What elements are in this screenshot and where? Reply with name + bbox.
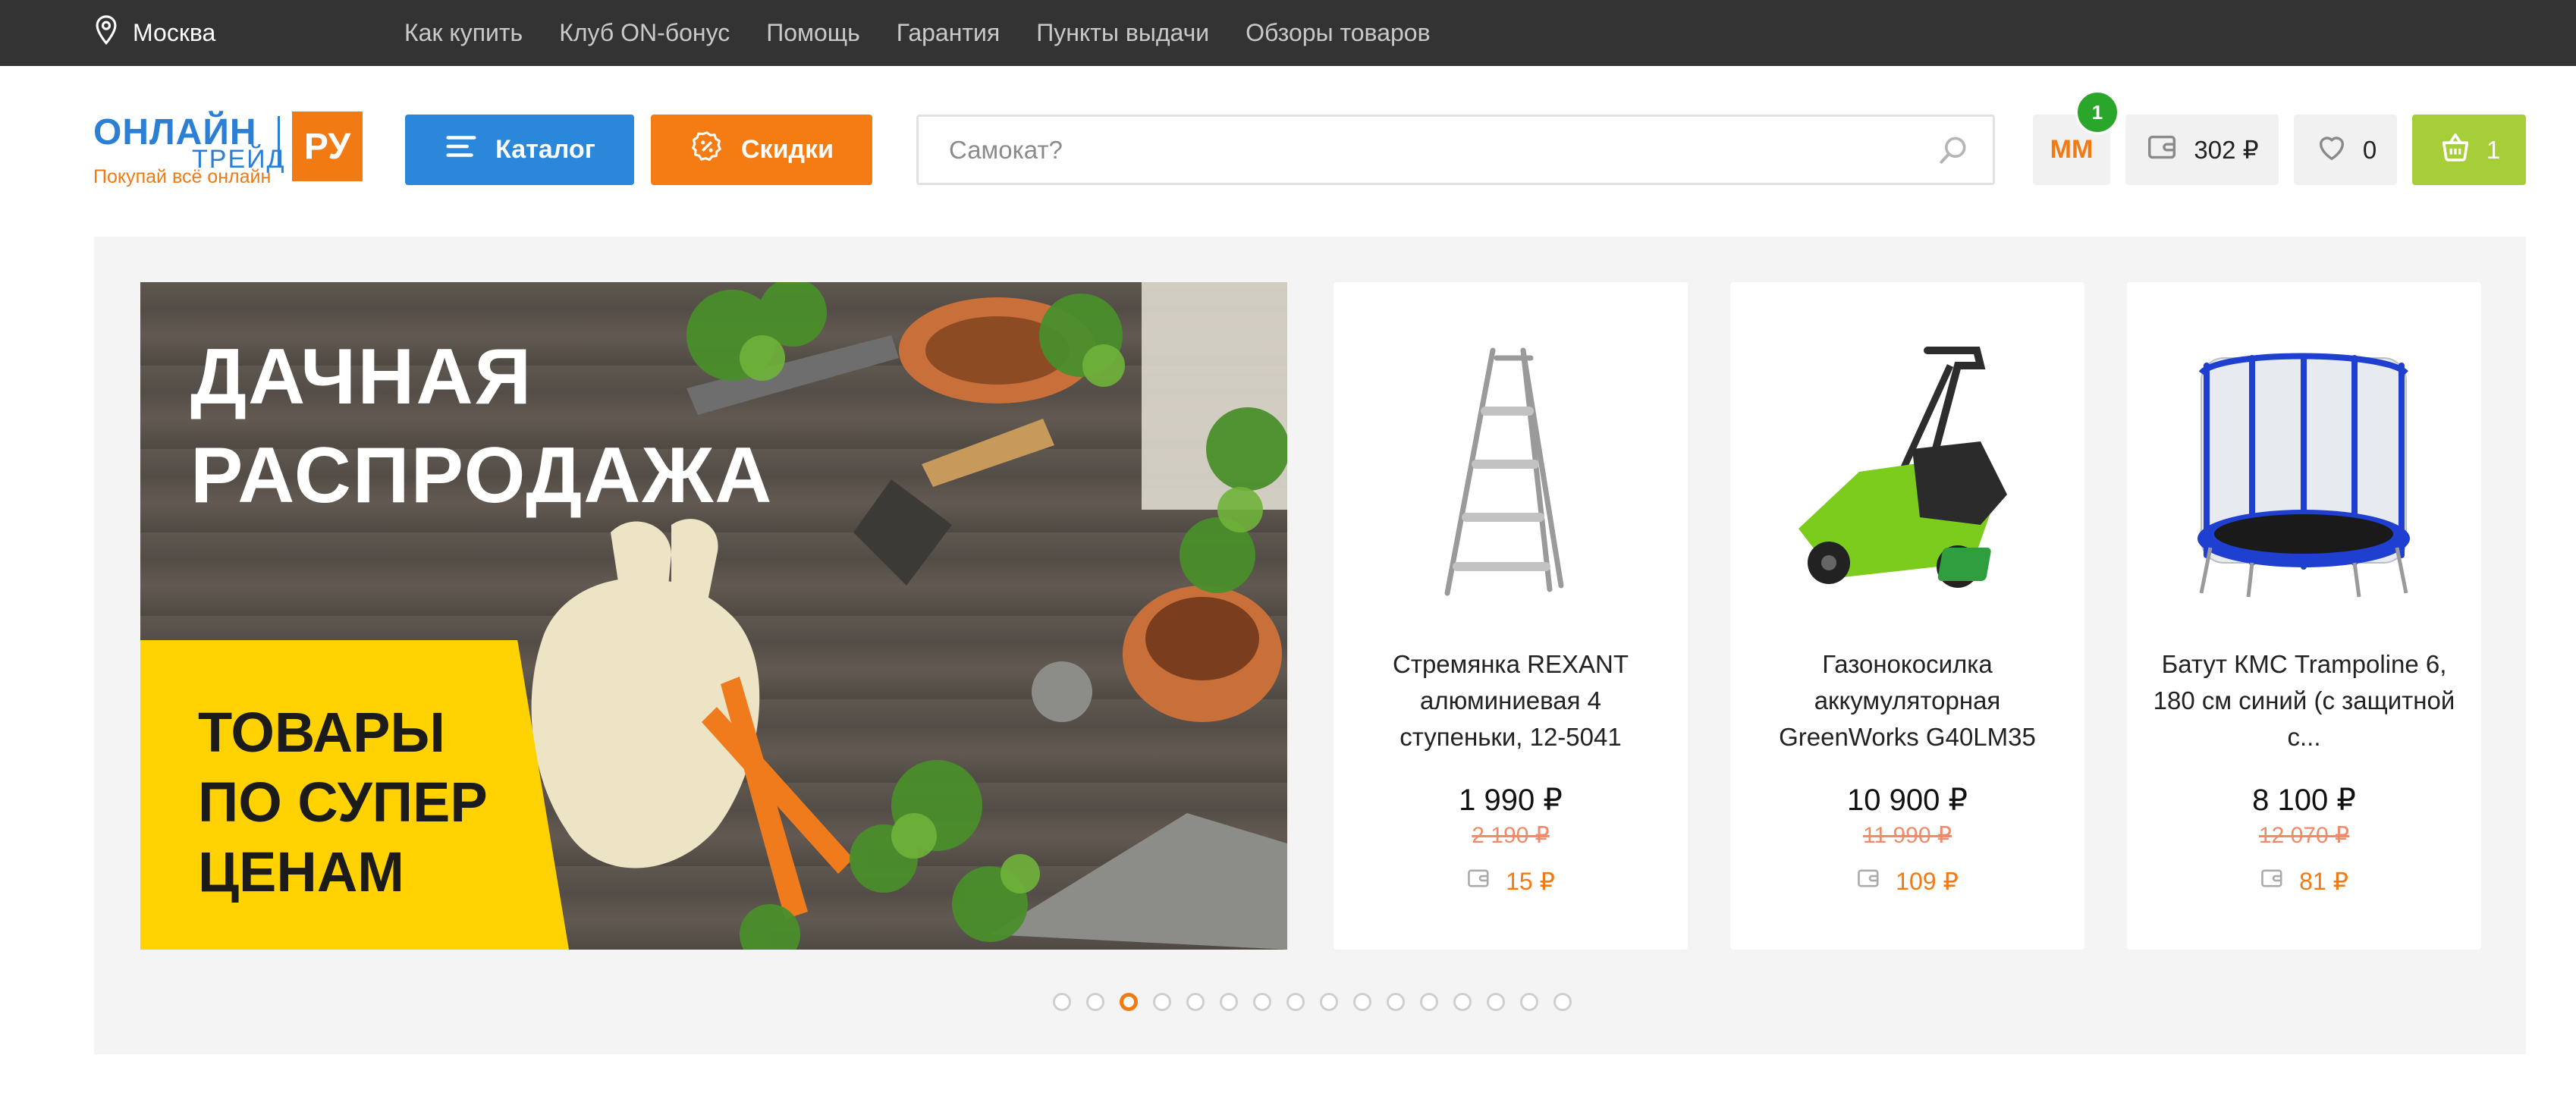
banner-title: ДАЧНАЯ РАСПРОДАЖА <box>190 333 774 520</box>
wallet-balance: 302 ₽ <box>2194 136 2259 164</box>
slider-dot[interactable] <box>1353 993 1371 1011</box>
product-image-lawnmower: 40 <box>1798 347 2022 588</box>
slider-pagination <box>1053 992 1572 1012</box>
slider-dot[interactable] <box>1086 993 1104 1011</box>
menu-lines-icon <box>444 129 479 171</box>
logo-ru-block: РУ <box>292 111 363 181</box>
favorites-button[interactable]: 0 <box>2294 115 2397 185</box>
product-name: Стремянка REXANT алюминиевая 4 ступеньки… <box>1393 650 1629 751</box>
nav-link-bonus-club[interactable]: Клуб ON-бонус <box>559 19 730 47</box>
slider-dot[interactable] <box>1220 993 1238 1011</box>
discounts-label: Скидки <box>741 135 834 164</box>
slider-dot[interactable] <box>1153 993 1171 1011</box>
discounts-button[interactable]: Скидки <box>651 115 872 185</box>
logo-divider <box>278 116 280 166</box>
wallet-icon <box>1856 866 1883 897</box>
slider-dot[interactable] <box>1053 993 1071 1011</box>
wallet-button[interactable]: 302 ₽ <box>2125 115 2279 185</box>
mm-label: ММ <box>2050 135 2094 164</box>
slider-dot[interactable] <box>1186 993 1205 1011</box>
mm-button[interactable]: ММ 1 <box>2033 90 2119 185</box>
search-icon[interactable] <box>1937 133 1970 167</box>
product-bonus-amount: 81 ₽ <box>2299 868 2348 895</box>
slider-dot[interactable] <box>1253 993 1271 1011</box>
product-old-price: 12 070 ₽ <box>2258 823 2350 848</box>
cart-icon <box>2438 130 2473 171</box>
promo-section: ДАЧНАЯ РАСПРОДАЖА ТОВАРЫ ПО СУПЕР ЦЕНАМ … <box>94 237 2526 1054</box>
product-bonus: 81 ₽ <box>2127 866 2481 897</box>
top-nav: Как купить Клуб ON-бонус Помощь Гарантия… <box>404 0 1431 66</box>
product-bonus: 15 ₽ <box>1334 866 1688 897</box>
nav-link-warranty[interactable]: Гарантия <box>897 19 1000 47</box>
slider-dot[interactable] <box>1387 993 1405 1011</box>
slider-dot[interactable] <box>1286 993 1305 1011</box>
nav-link-how-to-buy[interactable]: Как купить <box>404 19 523 47</box>
search-input[interactable] <box>949 117 1920 183</box>
slider-dot[interactable] <box>1420 993 1438 1011</box>
top-bar: Москва Как купить Клуб ON-бонус Помощь Г… <box>0 0 2576 66</box>
product-bonus: 109 ₽ <box>1730 866 2084 897</box>
location-pin-icon <box>93 14 119 52</box>
city-name: Москва <box>133 19 216 46</box>
header: ОНЛАЙН ТРЕЙД Покупай всё онлайн РУ Катал… <box>0 66 2576 237</box>
product-image-trampoline <box>2197 353 2410 598</box>
product-bonus-amount: 109 ₽ <box>1896 868 1959 895</box>
discount-badge-icon <box>690 129 724 171</box>
logo-tagline: Покупай всё онлайн <box>93 166 272 187</box>
product-name: Батут КМС Trampoline 6, 180 см синий (с … <box>2153 650 2455 751</box>
slider-dot[interactable] <box>1320 993 1338 1011</box>
product-price: 8 100 ₽ <box>2252 784 2356 817</box>
slider-dot[interactable] <box>1520 993 1538 1011</box>
nav-link-help[interactable]: Помощь <box>766 19 860 47</box>
product-price: 10 900 ₽ <box>1847 784 1968 817</box>
search-box <box>916 115 1995 185</box>
product-old-price: 11 990 ₽ <box>1863 823 1952 848</box>
nav-link-reviews[interactable]: Обзоры товаров <box>1246 19 1430 47</box>
slider-dot[interactable] <box>1453 993 1472 1011</box>
cart-button[interactable]: 1 <box>2412 115 2526 185</box>
product-card-lawnmower[interactable]: 40 Газонокосилка аккумуляторная GreenWor… <box>1730 282 2084 950</box>
product-card-trampoline[interactable]: Батут КМС Trampoline 6, 180 см синий (с … <box>2127 282 2481 950</box>
product-old-price: 2 190 ₽ <box>1472 823 1550 848</box>
product-badge-40: 40 <box>2000 553 2022 576</box>
catalog-label: Каталог <box>495 135 595 164</box>
product-image-ladder <box>1444 347 1564 596</box>
cart-count: 1 <box>2486 135 2501 164</box>
mm-notification-badge: 1 <box>2075 90 2119 134</box>
nav-link-pickup-points[interactable]: Пункты выдачи <box>1036 19 1209 47</box>
heart-icon <box>2314 130 2349 171</box>
slider-dot[interactable] <box>1487 993 1505 1011</box>
favorites-count: 0 <box>2362 135 2377 164</box>
promo-banner[interactable]: ДАЧНАЯ РАСПРОДАЖА ТОВАРЫ ПО СУПЕР ЦЕНАМ <box>140 282 1287 950</box>
catalog-button[interactable]: Каталог <box>405 115 634 185</box>
product-price: 1 990 ₽ <box>1459 784 1563 817</box>
banner-subtitle: ТОВАРЫ ПО СУПЕР ЦЕНАМ <box>198 701 488 903</box>
slider-dot-active[interactable] <box>1120 993 1138 1011</box>
product-name: Газонокосилка аккумуляторная GreenWorks … <box>1779 650 2036 751</box>
slider-dot[interactable] <box>1553 993 1572 1011</box>
site-logo[interactable]: ОНЛАЙН ТРЕЙД Покупай всё онлайн РУ <box>93 111 363 187</box>
product-bonus-amount: 15 ₽ <box>1506 868 1555 895</box>
wallet-icon <box>2260 866 2287 897</box>
city-selector[interactable]: Москва <box>93 0 215 66</box>
wallet-icon <box>1466 866 1494 897</box>
product-card-ladder[interactable]: Стремянка REXANT алюминиевая 4 ступеньки… <box>1334 282 1688 950</box>
wallet-icon <box>2145 130 2180 171</box>
